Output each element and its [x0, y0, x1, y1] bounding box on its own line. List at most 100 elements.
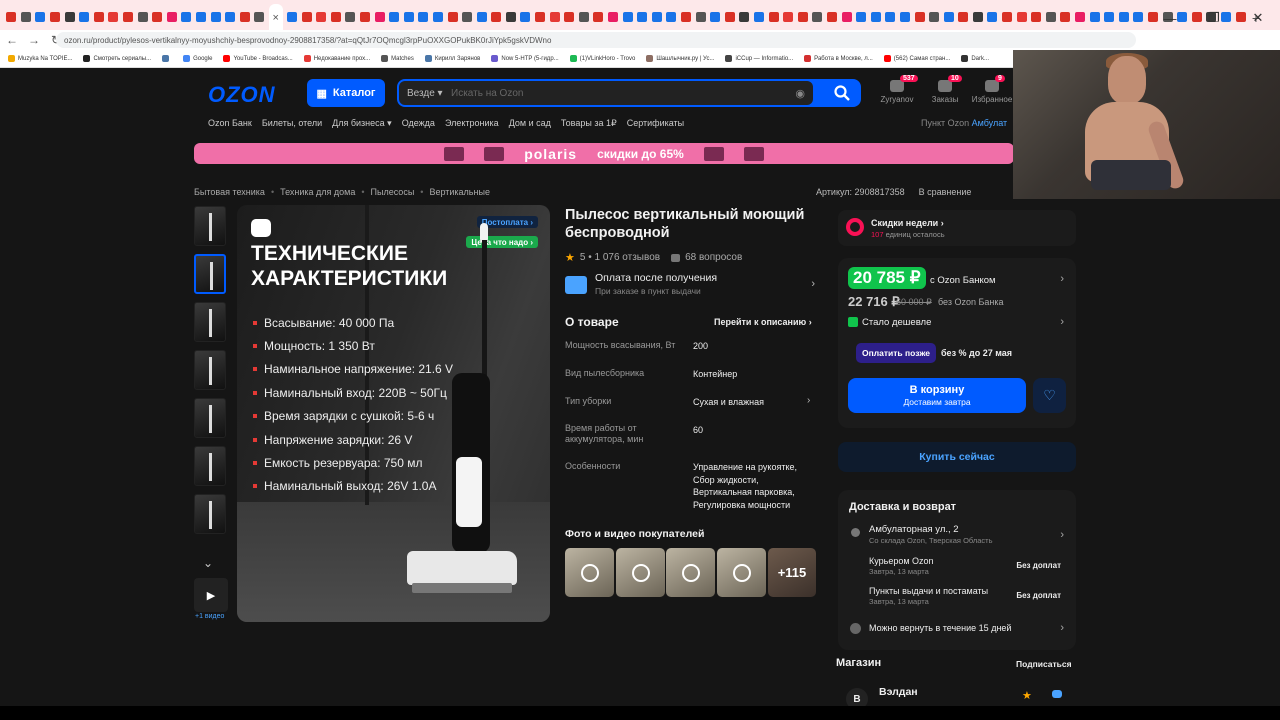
tab-favicon[interactable]	[943, 12, 954, 22]
tab-favicon[interactable]	[958, 12, 969, 22]
catalog-button[interactable]: ▦ Каталог	[307, 79, 385, 107]
ugc-video[interactable]	[717, 548, 766, 597]
tab-favicon[interactable]	[389, 12, 400, 22]
tab-favicon[interactable]	[254, 12, 265, 22]
promo-banner[interactable]: polaris скидки до 65%	[194, 143, 1014, 164]
bookmark-item[interactable]: Matches	[381, 55, 414, 62]
tab-favicon[interactable]	[476, 12, 487, 22]
tab-favicon[interactable]	[108, 12, 119, 22]
ugc-video[interactable]	[666, 548, 715, 597]
buy-now-button[interactable]: Купить сейчас	[838, 442, 1076, 472]
search-icon[interactable]	[833, 84, 851, 102]
thumbnail[interactable]	[194, 494, 226, 534]
bookmark-item[interactable]: Now 5-HTP (5-гидр...	[491, 55, 559, 62]
tab-favicon[interactable]	[418, 12, 429, 22]
tab-favicon[interactable]	[578, 12, 589, 22]
tab-favicon[interactable]	[549, 12, 560, 22]
bookmark-item[interactable]	[162, 55, 172, 62]
tab-favicon[interactable]	[181, 12, 192, 22]
ugc-video[interactable]	[616, 548, 665, 597]
active-tab[interactable]: ×	[268, 4, 283, 32]
bookmark-item[interactable]: Muzyka Na TOPIE...	[8, 55, 72, 62]
bookmark-item[interactable]: Шашлычник.ру | Ус...	[646, 55, 714, 62]
compare-link[interactable]: В сравнение	[919, 187, 972, 197]
tab-favicon[interactable]	[739, 12, 750, 22]
tab-favicon[interactable]	[301, 12, 312, 22]
tab-favicon[interactable]	[152, 12, 163, 22]
article-number[interactable]: Артикул: 2908817358	[816, 187, 905, 197]
breadcrumb-item[interactable]: Вертикальные	[429, 187, 490, 197]
tab-favicon[interactable]	[491, 12, 502, 22]
tab-favicon[interactable]	[64, 12, 75, 22]
rating-text[interactable]: 5 • 1 076 отзывов	[580, 252, 660, 263]
tab-favicon[interactable]	[79, 12, 90, 22]
address-bar[interactable]: ozon.ru/product/pylesos-vertikalnyy-moyu…	[56, 32, 1136, 48]
category-nav-item[interactable]: Одежда	[402, 118, 435, 129]
tab-favicon[interactable]	[35, 12, 46, 22]
tab-favicon[interactable]	[651, 12, 662, 22]
tab-favicon[interactable]	[316, 12, 327, 22]
tab-favicon[interactable]	[637, 12, 648, 22]
tab-favicons-right[interactable]	[285, 9, 1248, 27]
product-main-image[interactable]: ТЕХНИЧЕСКИЕ ХАРАКТЕРИСТИКИ Всасывание: 4…	[237, 205, 550, 622]
tab-favicon[interactable]	[1089, 12, 1100, 22]
tab-favicon[interactable]	[286, 12, 297, 22]
tab-favicon[interactable]	[987, 12, 998, 22]
tab-favicon[interactable]	[374, 12, 385, 22]
tab-favicon[interactable]	[1002, 12, 1013, 22]
tab-favicon[interactable]	[1075, 12, 1086, 22]
thumbnail[interactable]	[194, 302, 226, 342]
tab-favicon[interactable]	[899, 12, 910, 22]
tab-favicon[interactable]	[93, 12, 104, 22]
bookmark-item[interactable]: Смотреть сериалы...	[83, 55, 151, 62]
tab-favicon[interactable]	[797, 12, 808, 22]
tab-favicon[interactable]	[914, 12, 925, 22]
tab-favicon[interactable]	[239, 12, 250, 22]
tab-favicon[interactable]	[695, 12, 706, 22]
tab-favicon[interactable]	[210, 12, 221, 22]
breadcrumb-item[interactable]: Техника для дома	[280, 187, 355, 197]
thumbnail-active[interactable]	[194, 254, 226, 294]
chat-icon[interactable]	[1052, 690, 1062, 698]
thumbnail[interactable]	[194, 446, 226, 486]
zoom-lens-icon[interactable]	[251, 219, 271, 237]
tab-favicon[interactable]	[345, 12, 356, 22]
tab-favicon[interactable]	[50, 12, 61, 22]
breadcrumb-item[interactable]: Пылесосы	[371, 187, 415, 197]
shop-name[interactable]: Вэлдан	[879, 686, 918, 698]
tab-favicon[interactable]	[812, 12, 823, 22]
bookmark-item[interactable]: Работа в Москве, л...	[804, 55, 873, 62]
ugc-video[interactable]	[565, 548, 614, 597]
tab-favicon[interactable]	[826, 12, 837, 22]
tab-favicon[interactable]	[1031, 12, 1042, 22]
category-nav-item[interactable]: Билеты, отели	[262, 118, 322, 129]
tab-favicon[interactable]	[724, 12, 735, 22]
category-nav-item[interactable]: Для бизнеса ▾	[332, 118, 392, 129]
favorites-link[interactable]: 9 Избранное	[969, 75, 1015, 104]
tab-favicon[interactable]	[447, 12, 458, 22]
bookmark-item[interactable]: Dark...	[961, 55, 989, 62]
tab-favicon[interactable]	[1104, 12, 1115, 22]
category-nav-item[interactable]: Товары за 1₽	[561, 118, 617, 129]
video-thumbnail[interactable]: ▶	[194, 578, 228, 612]
chevron-right-icon[interactable]: ›	[1060, 316, 1064, 328]
ozon-card-price[interactable]: 20 785 ₽	[848, 267, 926, 289]
tab-favicon[interactable]	[520, 12, 531, 22]
tab-favicon[interactable]	[783, 12, 794, 22]
tab-favicon[interactable]	[753, 12, 764, 22]
tab-favicon[interactable]	[1045, 12, 1056, 22]
tab-favicon[interactable]	[359, 12, 370, 22]
bookmark-item[interactable]: (562) Самая стран...	[883, 55, 950, 62]
ugc-more-button[interactable]: +115	[768, 548, 816, 597]
search-input[interactable]	[451, 87, 796, 99]
ozon-logo[interactable]: OZON	[208, 82, 276, 108]
tab-favicon[interactable]	[432, 12, 443, 22]
pay-later-button[interactable]: Оплатить позже	[856, 343, 936, 363]
search-scope-select[interactable]: Везде ▾	[407, 88, 451, 99]
tab-favicon[interactable]	[929, 12, 940, 22]
bookmark-item[interactable]: Недокавание прох...	[303, 55, 370, 62]
tab-favicon[interactable]	[1060, 12, 1071, 22]
chevron-right-icon[interactable]: ›	[1060, 529, 1064, 541]
category-nav-item[interactable]: Сертификаты	[627, 118, 684, 129]
weekly-deal[interactable]: Скидки недели › 107 единиц осталось	[838, 210, 1076, 246]
